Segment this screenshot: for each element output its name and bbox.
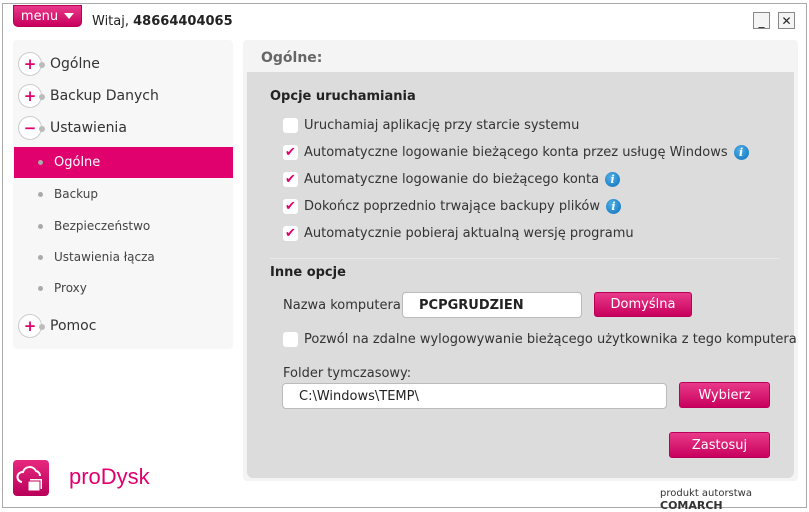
sidebar-subitem-ustawienia-lacza[interactable]: Ustawienia łącza	[14, 242, 233, 272]
divider	[270, 258, 780, 259]
bullet-icon	[38, 285, 43, 291]
temp-folder-label: Folder tymczasowy:	[283, 365, 412, 381]
close-icon: ✕	[781, 13, 792, 28]
company-name: COMARCH	[660, 499, 723, 512]
checkbox-checked[interactable]: ✔	[283, 198, 298, 214]
sidebar-item-label: Ustawienia	[50, 120, 127, 136]
credit-prefix: produkt autorstwa	[660, 488, 752, 499]
info-icon[interactable]: i	[605, 198, 621, 214]
option-resume-backups[interactable]: ✔ Dokończ poprzednio trwające backupy pli…	[283, 197, 621, 215]
option-auto-login[interactable]: ✔ Automatyczne logowanie do bieżącego kon…	[283, 170, 621, 188]
other-heading: Inne opcje	[270, 265, 346, 280]
computer-name-value: PCPGRUDZIEN	[419, 297, 524, 313]
option-label: Dokończ poprzednio trwające backupy plik…	[304, 198, 600, 214]
sidebar-subitem-bezpieczenstwo[interactable]: Bezpieczeństwo	[14, 211, 233, 241]
welcome-prefix: Witaj,	[92, 14, 129, 29]
checkbox-checked[interactable]: ✔	[283, 171, 298, 187]
page-title: Ogólne:	[261, 50, 323, 66]
info-icon[interactable]: i	[605, 171, 621, 187]
bullet-icon	[38, 160, 43, 165]
sidebar-item-label: Pomoc	[50, 318, 97, 334]
temp-folder-input[interactable]: C:\Windows\TEMP\	[282, 383, 667, 409]
option-label: Automatyczne logowanie do bieżącego kont…	[304, 171, 600, 187]
bullet-icon	[38, 254, 43, 260]
cloud-folder-logo-icon	[13, 460, 49, 496]
sidebar-item-ustawienia[interactable]: − Ustawienia	[18, 114, 127, 142]
expand-icon: +	[18, 314, 45, 338]
option-label: Pozwól na zdalne wylogowywanie bieżącego…	[304, 331, 797, 347]
minimize-button[interactable]: _	[753, 12, 770, 29]
computer-name-input[interactable]: PCPGRUDZIEN	[402, 292, 582, 318]
startup-heading: Opcje uruchamiania	[270, 89, 416, 104]
apply-button[interactable]: Zastosuj	[669, 432, 770, 458]
button-label: Domyślna	[610, 297, 676, 312]
checkbox-checked[interactable]: ✔	[283, 144, 298, 160]
sidebar-item-label: Backup Danych	[50, 88, 159, 104]
sidebar-subitem-proxy[interactable]: Proxy	[14, 273, 233, 303]
sidebar-item-label: Ogólne	[54, 155, 101, 170]
sidebar-subitem-backup[interactable]: Backup	[14, 179, 233, 209]
close-button[interactable]: ✕	[778, 12, 795, 29]
option-autostart[interactable]: Uruchamiaj aplikację przy starcie system…	[283, 116, 579, 134]
option-label: Automatyczne logowanie bieżącego konta p…	[304, 144, 728, 160]
expand-icon: +	[18, 52, 45, 76]
brand-name: proDysk	[69, 464, 150, 489]
option-auto-update[interactable]: ✔ Automatycznie pobieraj aktualną wersję …	[283, 224, 634, 242]
expand-icon: +	[18, 84, 45, 108]
menu-label: menu	[20, 8, 59, 24]
bullet-icon	[38, 223, 43, 229]
sidebar-item-label: Ogólne	[50, 56, 100, 72]
credit-text: produkt autorstwa COMARCH	[660, 488, 809, 512]
sidebar-item-backup-danych[interactable]: + Backup Danych	[18, 82, 159, 110]
sidebar-item-label: Bezpieczeństwo	[54, 219, 151, 233]
caret-down-icon	[64, 13, 75, 19]
sidebar-item-ogolne[interactable]: + Ogólne	[18, 50, 100, 78]
welcome-text: Witaj, 48664404065	[92, 14, 233, 29]
user-number: 48664404065	[133, 14, 233, 29]
button-label: Wybierz	[698, 387, 751, 403]
default-name-button[interactable]: Domyślna	[594, 292, 692, 317]
info-icon[interactable]: i	[733, 144, 749, 160]
checkbox-checked[interactable]: ✔	[283, 225, 298, 241]
option-label: Automatycznie pobieraj aktualną wersję p…	[304, 225, 634, 241]
option-windows-login[interactable]: ✔ Automatyczne logowanie bieżącego konta …	[283, 143, 749, 161]
checkbox[interactable]	[283, 117, 298, 133]
sidebar-subitem-ogolne[interactable]: Ogólne	[14, 147, 233, 178]
sidebar-item-label: Ustawienia łącza	[54, 250, 155, 264]
computer-name-label: Nazwa komputera:	[283, 297, 406, 313]
sidebar-item-label: Proxy	[54, 281, 87, 295]
temp-folder-value: C:\Windows\TEMP\	[299, 388, 419, 404]
button-label: Zastosuj	[691, 437, 748, 453]
minimize-icon: _	[758, 13, 765, 28]
sidebar-item-pomoc[interactable]: + Pomoc	[18, 312, 96, 340]
menu-button[interactable]: menu	[13, 5, 82, 27]
collapse-icon: −	[18, 116, 45, 140]
option-label: Uruchamiaj aplikację przy starcie system…	[304, 117, 580, 133]
checkbox[interactable]	[283, 331, 298, 347]
bullet-icon	[38, 191, 43, 197]
option-remote-logout[interactable]: Pozwól na zdalne wylogowywanie bieżącego…	[283, 330, 797, 348]
choose-folder-button[interactable]: Wybierz	[679, 382, 770, 408]
sidebar-item-label: Backup	[54, 187, 98, 201]
